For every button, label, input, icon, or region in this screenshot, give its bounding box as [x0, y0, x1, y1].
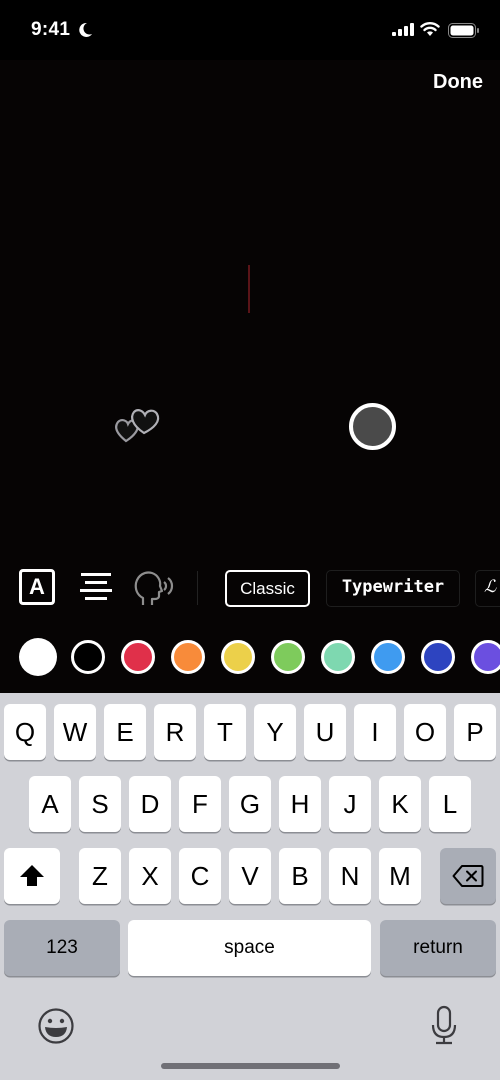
key-o[interactable]: O	[404, 704, 446, 760]
space-key[interactable]: space	[128, 920, 371, 976]
hearts-sticker-icon[interactable]	[114, 405, 164, 445]
text-toolbar: A Classic Typewriter ℒ	[0, 565, 500, 613]
key-d[interactable]: D	[129, 776, 171, 832]
key-g[interactable]: G	[229, 776, 271, 832]
font-script[interactable]: ℒ	[475, 570, 500, 607]
key-r[interactable]: R	[154, 704, 196, 760]
color-swatch-white[interactable]	[19, 638, 57, 676]
shift-key[interactable]	[4, 848, 60, 904]
color-swatch-purple[interactable]	[471, 640, 500, 674]
cellular-signal-icon	[392, 23, 414, 36]
color-swatch-yellow[interactable]	[221, 640, 255, 674]
text-style-button[interactable]: A	[19, 569, 55, 605]
toolbar-divider	[197, 571, 198, 605]
color-swatch-black[interactable]	[71, 640, 105, 674]
key-n[interactable]: N	[329, 848, 371, 904]
font-typewriter[interactable]: Typewriter	[326, 570, 460, 607]
color-swatch-mint[interactable]	[321, 640, 355, 674]
battery-icon	[448, 23, 479, 38]
status-bar: 9:41	[0, 0, 500, 60]
font-classic[interactable]: Classic	[225, 570, 310, 607]
emoji-icon[interactable]	[37, 1007, 75, 1045]
shift-icon	[20, 865, 44, 886]
status-time: 9:41	[31, 19, 71, 40]
key-s[interactable]: S	[79, 776, 121, 832]
key-h[interactable]: H	[279, 776, 321, 832]
key-x[interactable]: X	[129, 848, 171, 904]
key-u[interactable]: U	[304, 704, 346, 760]
key-q[interactable]: Q	[4, 704, 46, 760]
numbers-key[interactable]: 123	[4, 920, 120, 976]
done-button[interactable]: Done	[433, 71, 483, 94]
key-z[interactable]: Z	[79, 848, 121, 904]
wifi-icon	[420, 22, 440, 36]
key-t[interactable]: T	[204, 704, 246, 760]
delete-icon	[452, 865, 484, 887]
color-swatch-green[interactable]	[271, 640, 305, 674]
color-swatch-navy[interactable]	[421, 640, 455, 674]
color-picker-knob[interactable]	[349, 403, 396, 450]
align-center-icon	[80, 573, 112, 600]
align-button[interactable]	[79, 571, 113, 606]
delete-key[interactable]	[440, 848, 496, 904]
home-indicator	[161, 1063, 340, 1069]
key-w[interactable]: W	[54, 704, 96, 760]
key-p[interactable]: P	[454, 704, 496, 760]
key-k[interactable]: K	[379, 776, 421, 832]
text-to-speech-icon	[134, 571, 174, 605]
text-to-speech-button[interactable]	[133, 569, 177, 610]
color-swatch-orange[interactable]	[171, 640, 205, 674]
color-swatch-red[interactable]	[121, 640, 155, 674]
key-y[interactable]: Y	[254, 704, 296, 760]
text-cursor	[248, 265, 250, 313]
key-b[interactable]: B	[279, 848, 321, 904]
key-j[interactable]: J	[329, 776, 371, 832]
key-a[interactable]: A	[29, 776, 71, 832]
microphone-icon[interactable]	[430, 1005, 458, 1047]
key-m[interactable]: M	[379, 848, 421, 904]
key-c[interactable]: C	[179, 848, 221, 904]
key-v[interactable]: V	[229, 848, 271, 904]
moon-icon	[79, 22, 92, 37]
key-e[interactable]: E	[104, 704, 146, 760]
color-swatch-sky-blue[interactable]	[371, 640, 405, 674]
key-f[interactable]: F	[179, 776, 221, 832]
color-palette	[0, 638, 500, 680]
key-i[interactable]: I	[354, 704, 396, 760]
return-key[interactable]: return	[380, 920, 496, 976]
key-l[interactable]: L	[429, 776, 471, 832]
